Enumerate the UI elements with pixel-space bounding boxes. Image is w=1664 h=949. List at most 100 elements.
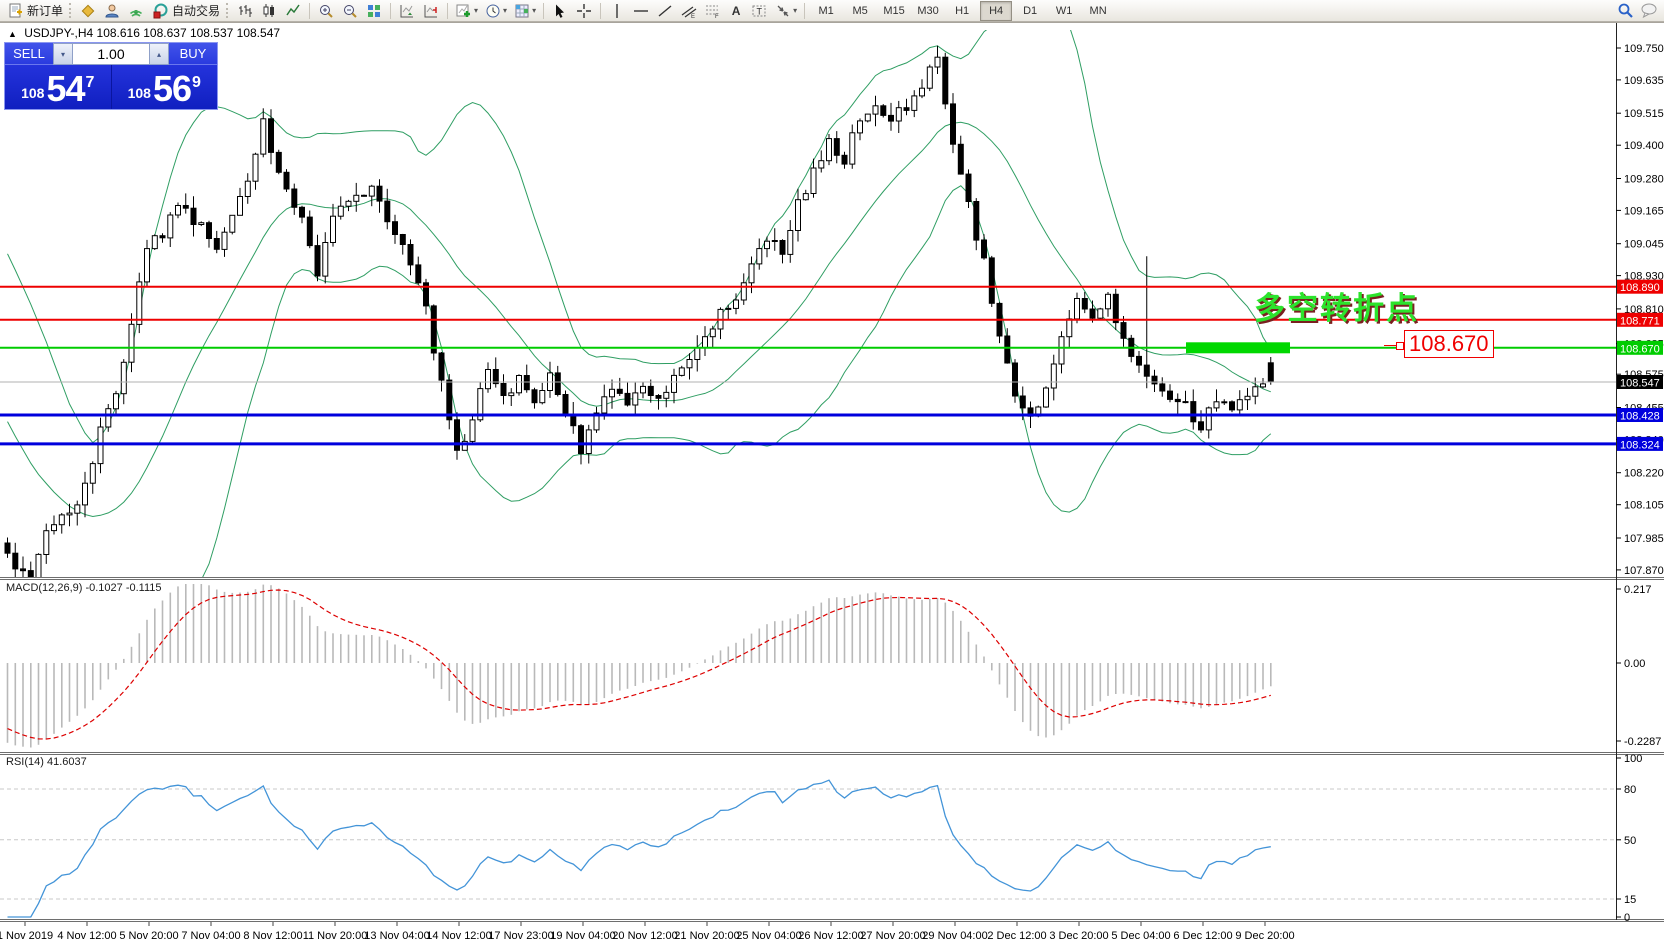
auto-trading-button[interactable]: 自动交易 bbox=[148, 1, 223, 21]
price-chart: 109.750109.635109.515109.400109.280109.1… bbox=[0, 0, 1664, 949]
rsi-tick-label: 50 bbox=[1624, 835, 1636, 847]
tile-windows-icon bbox=[365, 2, 383, 19]
indicators-button[interactable]: ▾ bbox=[452, 1, 481, 21]
chart-window-button[interactable] bbox=[76, 1, 100, 21]
bar-chart-button[interactable] bbox=[233, 1, 257, 21]
rsi-tick-label: 100 bbox=[1624, 753, 1642, 765]
macd-tick-label: 0.00 bbox=[1624, 658, 1645, 670]
rsi-indicator-label: RSI(14) 41.6037 bbox=[6, 756, 87, 768]
buy-price[interactable]: 108569 bbox=[112, 65, 218, 109]
text-label-icon: T bbox=[750, 2, 768, 19]
line-chart-icon bbox=[284, 2, 302, 19]
periods-dropdown-caret[interactable]: ▾ bbox=[503, 6, 507, 15]
periods-button[interactable]: ▾ bbox=[481, 1, 510, 21]
candlestick-chart-button[interactable] bbox=[257, 1, 281, 21]
crosshair-icon bbox=[575, 2, 593, 19]
time-tick-label: 8 Nov 12:00 bbox=[243, 930, 302, 942]
time-tick-label: 4 Nov 12:00 bbox=[57, 930, 116, 942]
horizontal-line-tool-button[interactable] bbox=[629, 1, 653, 21]
macd-tick-label: 0.217 bbox=[1624, 584, 1652, 596]
price-tick-label: 109.045 bbox=[1624, 239, 1664, 251]
user-icon bbox=[103, 2, 121, 19]
trendline-tool-button[interactable] bbox=[653, 1, 677, 21]
accounts-button[interactable] bbox=[100, 1, 124, 21]
price-tick-label: 109.400 bbox=[1624, 140, 1664, 152]
timeframe-h1[interactable]: H1 bbox=[946, 1, 978, 21]
tile-windows-button[interactable] bbox=[362, 1, 386, 21]
time-tick-label: 17 Nov 23:00 bbox=[488, 930, 553, 942]
timeframe-m1[interactable]: M1 bbox=[810, 1, 842, 21]
volume-input[interactable]: 1.00 bbox=[73, 43, 149, 65]
fibonacci-tool-button[interactable]: F bbox=[701, 1, 725, 21]
macd-tick-label: -0.2287 bbox=[1624, 736, 1661, 748]
time-tick-label: 29 Nov 04:00 bbox=[922, 930, 987, 942]
vertical-line-tool-button[interactable] bbox=[605, 1, 629, 21]
templates-dropdown-caret[interactable]: ▾ bbox=[532, 6, 536, 15]
time-tick-label: 1 Nov 2019 bbox=[0, 930, 53, 942]
timeframe-h4[interactable]: H4 bbox=[980, 1, 1012, 21]
auto-trading-label: 自动交易 bbox=[172, 2, 220, 19]
price-tick-label: 109.635 bbox=[1624, 75, 1664, 87]
time-tick-label: 25 Nov 04:00 bbox=[736, 930, 801, 942]
channel-tool-button[interactable]: E bbox=[677, 1, 701, 21]
volume-increase-button[interactable]: ▴ bbox=[149, 43, 169, 65]
text-label-tool-button[interactable]: T bbox=[747, 1, 771, 21]
buy-button[interactable]: BUY bbox=[169, 43, 217, 65]
text-tool-button[interactable]: A bbox=[725, 1, 747, 21]
main-toolbar: 新订单 自动交易 bbox=[0, 0, 1664, 22]
zoom-out-button[interactable] bbox=[338, 1, 362, 21]
rsi-tick-label: 80 bbox=[1624, 784, 1636, 796]
price-tick-label: 109.515 bbox=[1624, 108, 1664, 120]
time-tick-label: 14 Nov 12:00 bbox=[426, 930, 491, 942]
time-tick-label: 3 Dec 20:00 bbox=[1049, 930, 1108, 942]
axis-price-label: 108.428 bbox=[1620, 411, 1660, 423]
turning-point-annotation[interactable]: 多空转折点 bbox=[1254, 283, 1419, 328]
collapse-panel-icon[interactable]: ▲ bbox=[8, 29, 17, 39]
time-tick-label: 6 Dec 12:00 bbox=[1173, 930, 1232, 942]
arrows-dropdown-caret[interactable]: ▾ bbox=[793, 6, 797, 15]
arrows-tool-button[interactable]: ▾ bbox=[771, 1, 800, 21]
auto-trading-icon bbox=[151, 2, 169, 19]
crosshair-tool-button[interactable] bbox=[572, 1, 596, 21]
time-tick-label: 5 Nov 20:00 bbox=[119, 930, 178, 942]
search-button[interactable] bbox=[1613, 1, 1637, 21]
green-trend-segment[interactable] bbox=[1186, 342, 1290, 353]
rsi-tick-label: 0 bbox=[1624, 912, 1630, 924]
time-tick-label: 27 Nov 20:00 bbox=[860, 930, 925, 942]
timeframe-d1[interactable]: D1 bbox=[1014, 1, 1046, 21]
indicators-dropdown-caret[interactable]: ▾ bbox=[474, 6, 478, 15]
signals-button[interactable] bbox=[124, 1, 148, 21]
timeframe-m30[interactable]: M30 bbox=[912, 1, 944, 21]
timeframe-w1[interactable]: W1 bbox=[1048, 1, 1080, 21]
sell-price[interactable]: 108547 bbox=[5, 65, 111, 109]
bar-chart-icon bbox=[236, 2, 254, 19]
line-chart-button[interactable] bbox=[281, 1, 305, 21]
axis-price-label: 108.771 bbox=[1620, 315, 1660, 327]
zoom-out-icon bbox=[341, 2, 359, 19]
zoom-in-button[interactable] bbox=[314, 1, 338, 21]
chart-shift-icon bbox=[422, 2, 440, 19]
timeframe-mn[interactable]: MN bbox=[1082, 1, 1114, 21]
timeframe-m15[interactable]: M15 bbox=[878, 1, 910, 21]
volume-decrease-button[interactable]: ▾ bbox=[53, 43, 73, 65]
templates-icon bbox=[513, 2, 531, 19]
time-tick-label: 21 Nov 20:00 bbox=[674, 930, 739, 942]
timeframe-m5[interactable]: M5 bbox=[844, 1, 876, 21]
new-order-button[interactable]: 新订单 bbox=[3, 1, 66, 21]
axis-price-label: 108.670 bbox=[1620, 343, 1660, 355]
price-tick-label: 107.985 bbox=[1624, 533, 1664, 545]
text-tool-icon: A bbox=[728, 4, 744, 18]
templates-button[interactable]: ▾ bbox=[510, 1, 539, 21]
price-callout-box[interactable]: 108.670 bbox=[1404, 330, 1494, 358]
chart-shift-button[interactable] bbox=[419, 1, 443, 21]
cursor-tool-button[interactable] bbox=[548, 1, 572, 21]
symbol-period-label: USDJPY-,H4 bbox=[24, 26, 93, 40]
chat-button[interactable] bbox=[1637, 1, 1661, 21]
sell-button[interactable]: SELL bbox=[5, 43, 53, 65]
price-tick-label: 108.105 bbox=[1624, 500, 1664, 512]
auto-scroll-button[interactable] bbox=[395, 1, 419, 21]
time-tick-label: 20 Nov 12:00 bbox=[612, 930, 677, 942]
chart-title: ▲ USDJPY-,H4 108.616 108.637 108.537 108… bbox=[8, 26, 280, 40]
callout-anchor[interactable] bbox=[1396, 342, 1404, 350]
cursor-icon bbox=[551, 2, 569, 19]
